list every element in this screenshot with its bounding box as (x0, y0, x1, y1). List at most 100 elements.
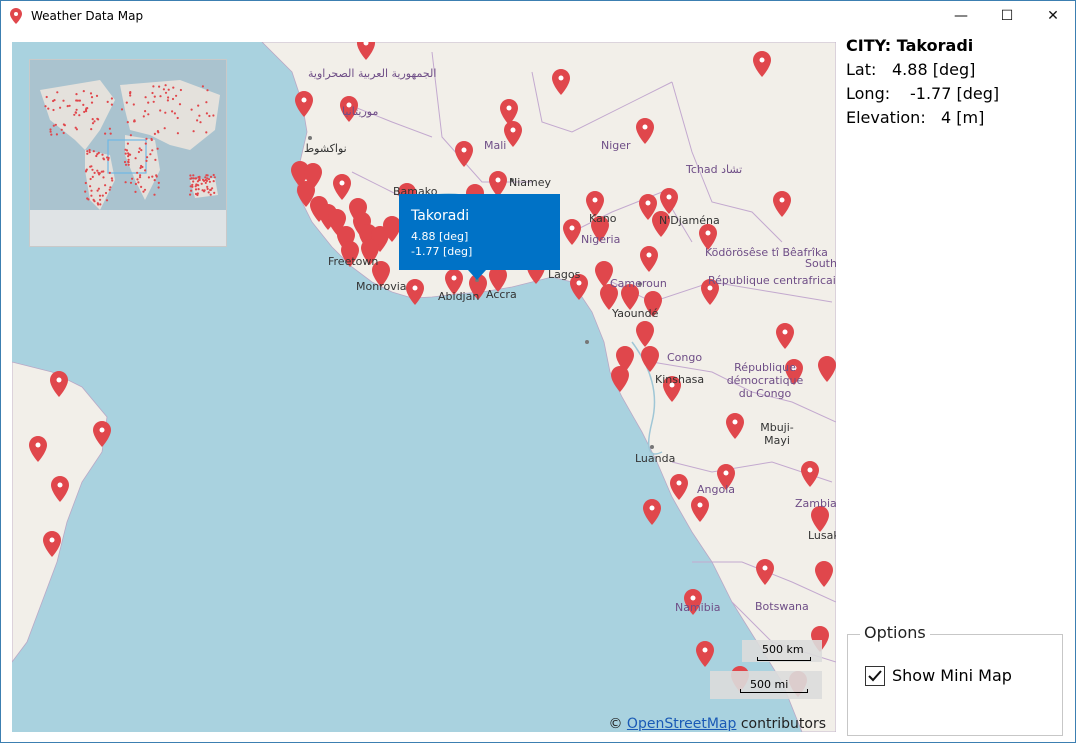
mini-map-dot (56, 91, 59, 94)
minimize-button[interactable]: — (938, 1, 984, 31)
mini-map-dot (138, 147, 141, 150)
mini-map-dot (197, 176, 200, 179)
mini-map-dot (205, 101, 208, 104)
close-button[interactable]: ✕ (1030, 1, 1076, 31)
map-view[interactable]: الجمهورية العربية الصحراوية موريتانيا نو… (12, 42, 836, 732)
mini-map-dot (192, 174, 195, 177)
mini-map-dot (129, 94, 132, 97)
mini-map-dot (137, 150, 140, 154)
mini-map-dot (201, 85, 204, 88)
map-label-yaounde: Yaoundé (612, 307, 659, 320)
mini-map-dot (208, 180, 211, 183)
mini-map-dot (197, 178, 201, 182)
mini-map-dot (196, 192, 199, 195)
mini-map-dot (73, 113, 76, 116)
mini-map-dot (142, 190, 145, 193)
mini-map-dot (59, 106, 62, 109)
mini-map-dot (88, 151, 91, 154)
mini-map-dot (206, 89, 209, 92)
mini-map-dot (75, 108, 78, 111)
mini-map-dot (78, 99, 81, 102)
mini-map-dot (144, 110, 147, 113)
mini-map-dot (106, 156, 109, 159)
mini-map-dot (197, 184, 200, 187)
mini-map-dot (82, 90, 85, 93)
mini-map-dot (171, 97, 175, 101)
openstreetmap-link[interactable]: OpenStreetMap (627, 716, 736, 732)
mini-map-dot (152, 100, 155, 103)
mini-map-dot (104, 191, 108, 195)
mini-map-dot (84, 181, 87, 185)
mini-map-dot (101, 194, 104, 197)
mini-map-dot (83, 110, 86, 113)
mini-map-dot (86, 150, 89, 153)
map-label-rca: République centrafricaine (708, 274, 836, 287)
map-label-arabic-3: نواكشوط (304, 142, 347, 155)
mini-map-dot (111, 179, 114, 182)
app-window: Weather Data Map — ☐ ✕ الجمهورية العربية… (0, 0, 1076, 743)
mini-map-dot (95, 154, 98, 158)
map-label-angola: Angola (697, 483, 736, 496)
map-label-tchad: Tchad تشاد (686, 163, 743, 176)
show-minimap-checkbox[interactable] (865, 666, 885, 686)
mini-map-dot (89, 177, 92, 181)
mini-map-dot (126, 142, 129, 145)
mini-map-dot (205, 179, 208, 182)
mini-map-dot (202, 190, 206, 193)
mini-map-dot (99, 198, 102, 201)
mini-map-dot (123, 160, 127, 164)
mini-map-dot (196, 119, 199, 122)
options-legend: Options (860, 623, 930, 642)
mini-map-dot (136, 171, 139, 174)
show-minimap-label[interactable]: Show Mini Map (892, 666, 1012, 685)
map-label-arabic-2: موريتانيا (342, 105, 379, 118)
mini-map-dot (176, 116, 179, 120)
mini-map-dot (97, 187, 100, 190)
map-label-freetown: Freetown (328, 255, 379, 268)
title-bar[interactable]: Weather Data Map — ☐ ✕ (1, 1, 1075, 31)
mini-map-dot (93, 171, 96, 174)
mini-map-dot (125, 101, 128, 104)
mini-map-dot (100, 170, 103, 173)
mini-map-dot (96, 169, 99, 172)
window-title: Weather Data Map (31, 9, 144, 23)
mini-map-dot (156, 130, 159, 133)
mini-map-dot (167, 88, 170, 91)
mini-map-dot (129, 134, 132, 137)
mini-map-dot (202, 179, 206, 182)
mini-map-dot (60, 128, 63, 131)
mini-map-dot (189, 193, 192, 196)
mini-map-dot (108, 127, 111, 130)
mini-map-dot (131, 177, 134, 180)
mini-map-dot (209, 193, 212, 196)
mini-map-dot (90, 128, 93, 131)
long-label: Long: (846, 84, 891, 103)
scale-km: 500 km (742, 640, 822, 662)
mini-map-dot (47, 107, 50, 110)
mini-map-dot (49, 128, 52, 131)
mini-map-dot (194, 188, 198, 191)
mini-map[interactable] (29, 59, 227, 247)
mini-map-dot (91, 118, 94, 121)
lat-value: 4.88 [deg] (892, 60, 976, 79)
mini-map-dot (140, 164, 143, 168)
mini-map-dot (173, 112, 176, 115)
mini-map-dot (144, 169, 147, 172)
mini-map-dot (52, 124, 55, 127)
map-label-monrovia: Monrovia (356, 280, 407, 293)
scale-km-label: 500 km (762, 643, 804, 656)
mini-map-dot (171, 110, 174, 113)
mini-map-dot (172, 86, 175, 89)
mini-map-dot (87, 198, 90, 201)
map-label-nigeria: Nigeria (581, 233, 621, 246)
mini-map-dot (104, 132, 107, 135)
mini-map-dot (157, 186, 160, 189)
mini-map-dot (124, 163, 128, 166)
maximize-button[interactable]: ☐ (984, 1, 1030, 31)
mini-map-world (30, 60, 226, 246)
mini-map-dot (96, 189, 99, 192)
mini-map-dot (75, 93, 78, 96)
options-groupbox: Options Show Mini Map (847, 623, 1063, 736)
mini-map-dot (99, 203, 102, 206)
mini-map-dot (166, 99, 169, 102)
